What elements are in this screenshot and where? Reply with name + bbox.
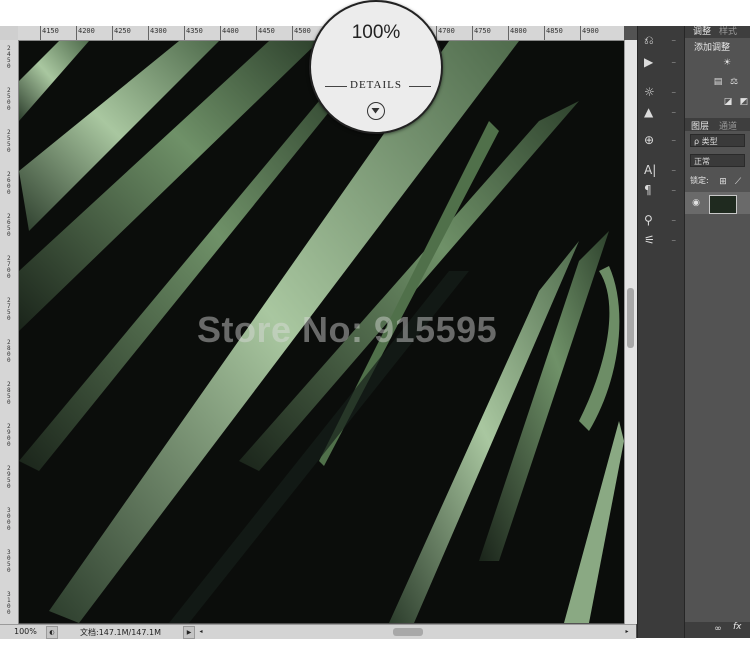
ruler-tick-label: 4750	[474, 27, 491, 35]
divider	[409, 86, 431, 87]
scroll-right-icon[interactable]: ▸	[622, 626, 632, 637]
tab-styles[interactable]: 样式	[719, 24, 737, 37]
panel-icon-strip: ⎌ ‒ ▶ ‒ ☼ ‒ ▲ ‒ ⊕ ‒ A| ‒ ¶ ‒ ⚲ ‒ ⚟ ‒	[637, 26, 684, 638]
tab-channels[interactable]: 通道	[719, 119, 737, 132]
ruler-tick	[76, 26, 77, 40]
lock-pixels-icon[interactable]: ⊞	[718, 177, 728, 187]
layer-row[interactable]: ◉	[685, 192, 750, 214]
ruler-tick	[184, 26, 185, 40]
ruler-tick-label: 4900	[582, 27, 599, 35]
invert-icon[interactable]: ◩	[739, 97, 749, 107]
link-layers-icon[interactable]: ∞	[713, 624, 723, 634]
ruler-tick-label: 4850	[546, 27, 563, 35]
history-icon[interactable]: ⎌ ‒	[644, 30, 676, 50]
ruler-tick-label: 2900	[7, 423, 11, 448]
histogram-icon[interactable]: ▲ ‒	[644, 102, 676, 122]
ruler-tick-label: 2600	[7, 171, 11, 196]
watermark-text: Store No: 915595	[197, 309, 498, 350]
ruler-tick-label: 2650	[7, 213, 11, 238]
ruler-tick	[580, 26, 581, 40]
ruler-tick	[544, 26, 545, 40]
right-panel: 调整 样式 添加调整 ☀ ▤ ⚖ ◪ ◩ 图层 通道 ρ 类型 正常 锁定: ⊞…	[684, 26, 750, 638]
photo-filter-icon[interactable]: ◪	[723, 97, 733, 107]
ruler-tick-label: 2500	[7, 87, 11, 112]
ruler-tick-label: 4300	[150, 27, 167, 35]
vertical-scrollbar[interactable]	[624, 40, 637, 624]
ruler-tick	[40, 26, 41, 40]
ruler-tick-label: 4450	[258, 27, 275, 35]
ruler-tick-label: 3000	[7, 507, 11, 532]
ruler-tick-label: 2750	[7, 297, 11, 322]
ruler-tick-label: 3050	[7, 549, 11, 574]
status-bar: 100% ◐ 文档:147.1M/147.1M ▶ ◂ ▸	[0, 624, 636, 639]
levels-icon[interactable]: ▤	[713, 77, 723, 87]
ruler-tick	[112, 26, 113, 40]
ruler-tick	[292, 26, 293, 40]
actions-play-icon[interactable]: ▶ ‒	[644, 52, 676, 72]
status-menu-arrow-icon[interactable]: ▶	[183, 626, 195, 639]
visibility-eye-icon[interactable]: ◉	[691, 198, 701, 208]
ruler-tick-label: 2800	[7, 339, 11, 364]
tab-layers[interactable]: 图层	[691, 119, 709, 132]
ruler-tick	[508, 26, 509, 40]
ruler-tick-label: 4800	[510, 27, 527, 35]
vertical-ruler[interactable]: 2450 2500 2550 2600 2650 2700 2750 2800 2850 2900…	[0, 40, 19, 624]
info-icon[interactable]: ⊕ ‒	[644, 130, 676, 150]
zoom-level[interactable]: 100%	[14, 627, 37, 636]
blend-mode-select[interactable]: 正常	[690, 154, 745, 167]
scroll-left-icon[interactable]: ◂	[196, 626, 206, 637]
lock-label: 锁定:	[690, 176, 709, 185]
ruler-tick-label: 2700	[7, 255, 11, 280]
details-magnifier-badge: 100% DETAILS	[309, 0, 443, 134]
ruler-tick-label: 2450	[7, 45, 11, 70]
share-icon[interactable]: ◐	[46, 626, 58, 639]
lock-brush-icon[interactable]: ⟋	[733, 177, 743, 187]
layer-thumbnail	[709, 195, 737, 214]
brightness-icon[interactable]: ☀	[722, 58, 732, 68]
ruler-tick	[148, 26, 149, 40]
ruler-tick-label: 3100	[7, 591, 11, 616]
ruler-tick-label: 4250	[114, 27, 131, 35]
ruler-tick-label: 4350	[186, 27, 203, 35]
ruler-origin[interactable]	[0, 26, 19, 41]
ruler-tick-label: 4500	[294, 27, 311, 35]
balance-icon[interactable]: ⚖	[729, 77, 739, 87]
ruler-tick	[220, 26, 221, 40]
character-icon[interactable]: A| ‒	[644, 160, 676, 180]
layer-filter-select[interactable]: ρ 类型	[690, 134, 745, 147]
ruler-tick-label: 2850	[7, 381, 11, 406]
tool-presets-icon[interactable]: ⚟ ‒	[644, 230, 676, 250]
ruler-tick-label: 2550	[7, 129, 11, 154]
ruler-tick-label: 4150	[42, 27, 59, 35]
ruler-tick	[472, 26, 473, 40]
ruler-tick-label: 4200	[78, 27, 95, 35]
horizontal-scroll-thumb[interactable]	[393, 628, 423, 636]
adjustments-icon[interactable]: ☼ ‒	[644, 82, 676, 102]
ruler-tick-label: 2950	[7, 465, 11, 490]
add-adjustment-label: 添加调整	[694, 43, 731, 53]
paragraph-icon[interactable]: ¶ ‒	[644, 180, 676, 200]
ruler-tick-label: 4400	[222, 27, 239, 35]
magnifier-zoom-text: 100%	[351, 22, 401, 43]
brush-presets-icon[interactable]: ⚲ ‒	[644, 210, 676, 230]
document-canvas[interactable]: Store No: 915595	[19, 41, 624, 623]
ruler-tick	[256, 26, 257, 40]
vertical-scroll-thumb[interactable]	[627, 288, 634, 348]
tab-adjustments[interactable]: 调整	[693, 24, 711, 37]
magnifier-details-label: DETAILS	[350, 79, 402, 91]
document-info[interactable]: 文档:147.1M/147.1M	[80, 627, 161, 638]
fx-button[interactable]: fx	[733, 622, 742, 632]
chevron-down-icon[interactable]	[367, 102, 385, 120]
